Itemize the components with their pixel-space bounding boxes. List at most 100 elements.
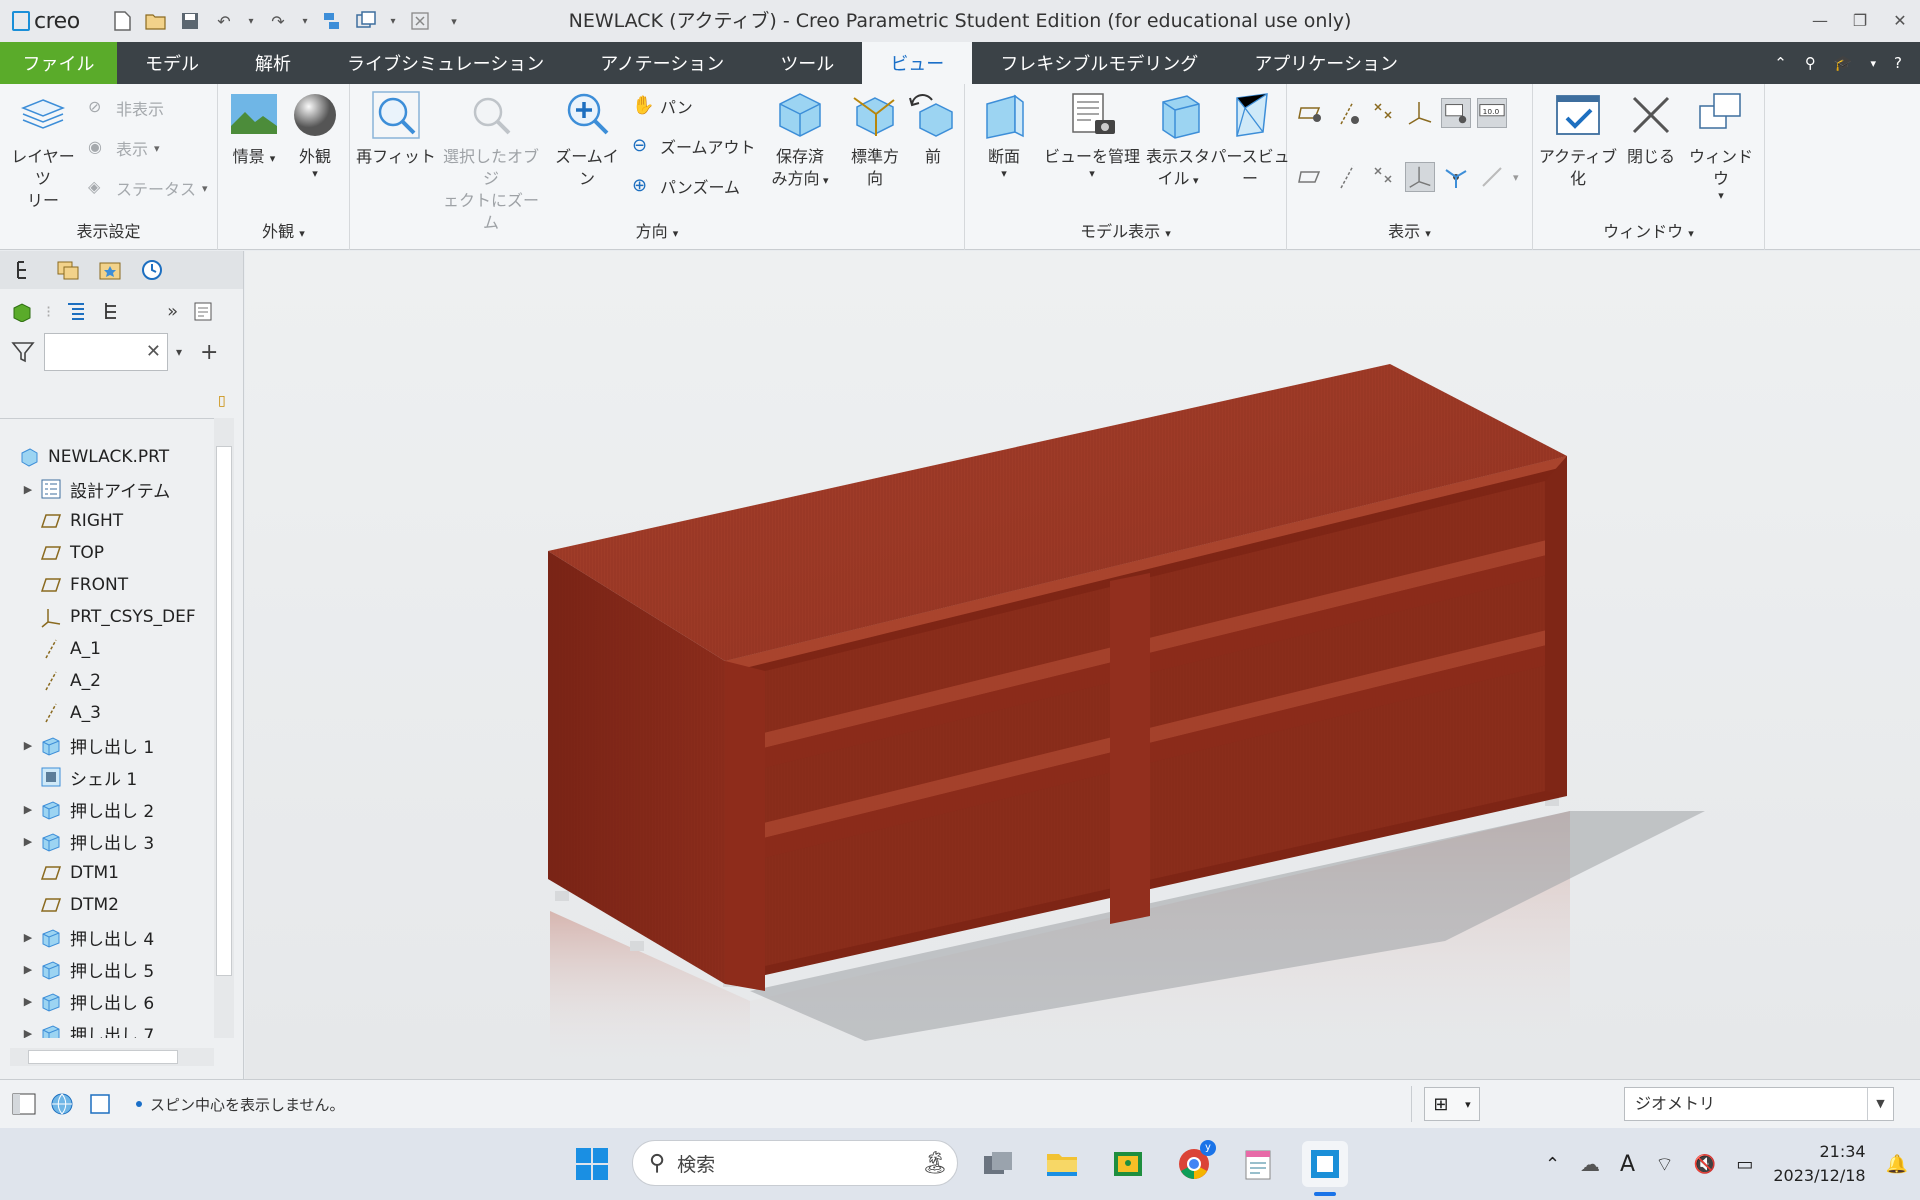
tab-file[interactable]: ファイル bbox=[0, 42, 117, 84]
windows-button[interactable]: ウィンドウ ▾ bbox=[1683, 90, 1759, 202]
tree-item[interactable]: ▶ 押し出し 4 bbox=[0, 921, 214, 953]
save-icon[interactable] bbox=[178, 9, 202, 33]
full-screen-icon[interactable] bbox=[86, 1090, 114, 1118]
show-button[interactable]: ◉ 表示 ▾ bbox=[88, 136, 160, 160]
hide-button[interactable]: ⊘ 非表示 bbox=[88, 96, 164, 120]
dimension-display-icon[interactable]: 10.0 bbox=[1477, 98, 1507, 128]
expand-arrow-icon[interactable]: ▶ bbox=[16, 739, 40, 752]
tab-flexible-modeling[interactable]: フレキシブルモデリング bbox=[972, 42, 1226, 84]
chrome-icon[interactable]: y bbox=[1174, 1140, 1216, 1184]
tree-item[interactable]: ▶ 設計アイテム bbox=[0, 473, 214, 505]
undo-dropdown-icon[interactable]: ▾ bbox=[246, 9, 256, 33]
favorites-tab-icon[interactable] bbox=[98, 258, 122, 282]
customize-qat-icon[interactable]: ▾ bbox=[442, 9, 466, 33]
command-search-icon[interactable]: ⚲ bbox=[1805, 54, 1816, 72]
ime-mode-icon[interactable]: A bbox=[1620, 1152, 1635, 1177]
tab-annotation[interactable]: アノテーション bbox=[572, 42, 752, 84]
task-view-icon[interactable] bbox=[978, 1144, 1018, 1184]
file-explorer-icon[interactable] bbox=[1042, 1144, 1082, 1184]
windows-switch-icon[interactable] bbox=[354, 9, 378, 33]
spin-center-icon[interactable] bbox=[1441, 162, 1471, 192]
annotation-display-icon[interactable] bbox=[1441, 98, 1471, 128]
tree-item[interactable]: ▶ 押し出し 2 bbox=[0, 793, 214, 825]
onedrive-icon[interactable]: ☁ bbox=[1580, 1152, 1600, 1176]
tab-view[interactable]: ビュー bbox=[862, 42, 973, 84]
close-icon[interactable]: ✕ bbox=[1880, 0, 1920, 42]
filter-icon[interactable] bbox=[10, 339, 36, 365]
show-hidden-icons-icon[interactable]: ⌃ bbox=[1545, 1154, 1560, 1175]
learning-icon[interactable]: 🎓 bbox=[1834, 54, 1853, 72]
tree-item[interactable]: ▶ 押し出し 5 bbox=[0, 953, 214, 985]
tab-analysis[interactable]: 解析 bbox=[227, 42, 319, 84]
pan-zoom-button[interactable]: ⊕ パンズーム bbox=[632, 174, 740, 198]
tree-item[interactable]: ▶ 押し出し 3 bbox=[0, 825, 214, 857]
expand-arrow-icon[interactable]: ▶ bbox=[16, 963, 40, 976]
tab-live-simulation[interactable]: ライブシミュレーション bbox=[319, 42, 572, 84]
layer-tree-button[interactable]: レイヤーツ リー bbox=[8, 90, 78, 212]
zoom-out-button[interactable]: ⊖ ズームアウト bbox=[632, 134, 756, 158]
open-file-icon[interactable] bbox=[144, 9, 168, 33]
notepad-icon[interactable] bbox=[1238, 1144, 1278, 1184]
tree-settings-icon[interactable] bbox=[65, 300, 87, 322]
axis-display-icon[interactable] bbox=[1333, 98, 1363, 128]
tree-vertical-scrollbar[interactable] bbox=[214, 418, 234, 1038]
model-tree-tab-icon[interactable] bbox=[14, 258, 38, 282]
tree-vertical-scroll-thumb[interactable] bbox=[216, 446, 232, 976]
clock[interactable]: 21:34 2023/12/18 bbox=[1773, 1140, 1865, 1188]
appearance-button[interactable]: 外観 ▾ bbox=[290, 90, 340, 180]
previous-view-button[interactable]: 前 bbox=[908, 90, 958, 168]
zoom-in-button[interactable]: ズームイン bbox=[548, 90, 626, 190]
classroom-app-icon[interactable] bbox=[1108, 1144, 1148, 1184]
tab-model[interactable]: モデル bbox=[117, 42, 227, 84]
battery-icon[interactable]: ▭ bbox=[1736, 1154, 1753, 1175]
undo-icon[interactable]: ↶ bbox=[212, 9, 236, 33]
tree-item[interactable]: ▶ 押し出し 1 bbox=[0, 729, 214, 761]
highlight-display-icon[interactable] bbox=[1477, 162, 1507, 192]
tree-item[interactable]: FRONT bbox=[0, 569, 214, 601]
csys-tag-display-icon[interactable] bbox=[1405, 162, 1435, 192]
graphics-area[interactable] bbox=[245, 251, 1920, 1079]
clear-search-icon[interactable]: ✕ bbox=[146, 341, 161, 362]
scene-button[interactable]: 情景 ▾ bbox=[226, 90, 282, 170]
show-tree-icon[interactable] bbox=[10, 300, 32, 322]
close-view-button[interactable]: 閉じる bbox=[1621, 90, 1681, 168]
find-button[interactable]: ⊞ ▾ bbox=[1424, 1087, 1480, 1121]
tree-columns-icon[interactable] bbox=[101, 300, 123, 322]
help-icon[interactable]: ? bbox=[1894, 54, 1902, 72]
tree-filter-settings-icon[interactable] bbox=[192, 300, 214, 322]
expand-toolbar-icon[interactable]: » bbox=[167, 301, 178, 322]
learning-dropdown-icon[interactable]: ▾ bbox=[1871, 57, 1877, 70]
restore-icon[interactable]: ❐ bbox=[1840, 0, 1880, 42]
tree-horizontal-scrollbar[interactable] bbox=[10, 1048, 214, 1066]
activate-button[interactable]: アクティブ 化 bbox=[1537, 90, 1619, 190]
plane-display-icon[interactable] bbox=[1297, 98, 1327, 128]
search-dropdown-icon[interactable]: ▾ bbox=[176, 345, 182, 359]
tree-horizontal-scroll-thumb[interactable] bbox=[28, 1050, 178, 1064]
add-filter-icon[interactable]: + bbox=[200, 340, 218, 365]
tree-header-icon[interactable]: ▯ bbox=[218, 393, 226, 409]
redo-dropdown-icon[interactable]: ▾ bbox=[300, 9, 310, 33]
show-navigator-icon[interactable] bbox=[10, 1090, 38, 1118]
status-button[interactable]: ◈ ステータス ▾ bbox=[88, 176, 208, 200]
tree-item[interactable]: ▶ 押し出し 6 bbox=[0, 985, 214, 1017]
plane-tag-display-icon[interactable] bbox=[1297, 162, 1327, 192]
expand-arrow-icon[interactable]: ▶ bbox=[16, 1027, 40, 1039]
expand-arrow-icon[interactable]: ▶ bbox=[16, 835, 40, 848]
folder-browser-tab-icon[interactable] bbox=[56, 258, 80, 282]
pan-button[interactable]: ✋ パン bbox=[632, 94, 693, 118]
tree-item[interactable]: DTM2 bbox=[0, 889, 214, 921]
notification-bell-icon[interactable]: 🔔 bbox=[1886, 1154, 1908, 1175]
creo-taskbar-icon[interactable] bbox=[1302, 1141, 1348, 1187]
tree-item[interactable]: シェル 1 bbox=[0, 761, 214, 793]
redo-icon[interactable]: ↷ bbox=[266, 9, 290, 33]
show-more-dropdown-icon[interactable]: ▾ bbox=[1513, 171, 1519, 184]
axis-tag-display-icon[interactable] bbox=[1333, 162, 1363, 192]
point-display-icon[interactable] bbox=[1369, 98, 1399, 128]
expand-arrow-icon[interactable]: ▶ bbox=[16, 931, 40, 944]
taskbar-search[interactable]: ⚲ 検索 🏝 bbox=[632, 1140, 958, 1186]
selection-filter-dropdown[interactable]: ジオメトリ ▼ bbox=[1624, 1087, 1894, 1121]
point-tag-display-icon[interactable] bbox=[1369, 162, 1399, 192]
volume-muted-icon[interactable]: 🔇 bbox=[1694, 1154, 1716, 1175]
tree-root-item[interactable]: NEWLACK.PRT bbox=[0, 441, 214, 473]
close-window-icon[interactable] bbox=[408, 9, 432, 33]
